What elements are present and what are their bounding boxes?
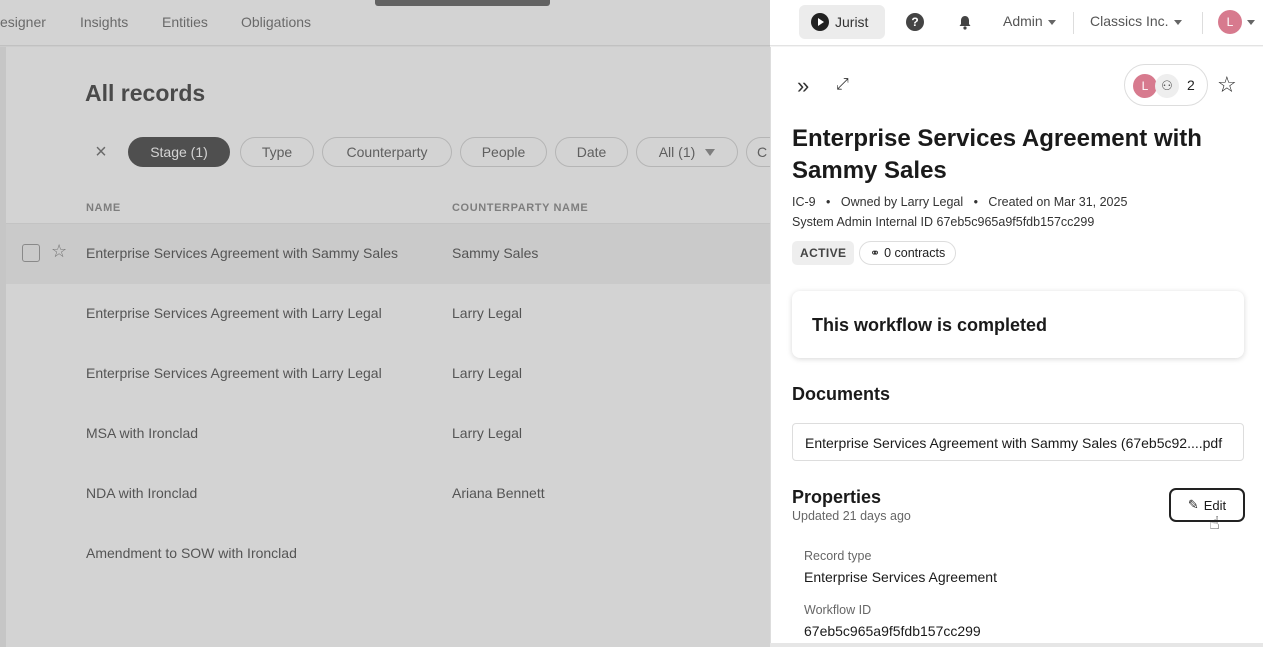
chevron-down-icon — [1047, 19, 1056, 25]
expand-icon[interactable]: ⤢ — [836, 76, 849, 94]
record-title: Enterprise Services Agreement with Sammy… — [792, 125, 1202, 184]
documents-heading: Documents — [792, 384, 891, 404]
pointer-cursor-icon: ☝ — [1209, 513, 1220, 533]
property-value: 67eb5c965a9f5fdb157cc299 — [804, 623, 981, 639]
property-label: Workflow ID — [804, 603, 872, 617]
org-menu[interactable]: Classics Inc. — [1090, 13, 1182, 29]
user-avatar[interactable]: L — [1218, 10, 1242, 34]
collaborators-button[interactable]: L ⚇ 2 — [1124, 64, 1208, 106]
workflow-status-text: This workflow is completed — [812, 315, 1048, 335]
status-badge: ACTIVE — [792, 241, 855, 265]
edit-properties-button[interactable]: ✎ Edit — [1169, 488, 1245, 522]
document-item[interactable]: Enterprise Services Agreement with Sammy… — [792, 423, 1244, 461]
bell-icon[interactable] — [955, 12, 975, 32]
divider — [1202, 12, 1203, 34]
workflow-status-card: This workflow is completed — [792, 291, 1244, 358]
help-icon[interactable]: ? — [906, 13, 924, 31]
panel-bottom-edge — [770, 643, 1263, 647]
record-detail-panel: » ⤢ L ⚇ 2 ☆ Enterprise Services Agreemen… — [770, 47, 1263, 643]
record-owner: Owned by Larry Legal — [840, 195, 964, 209]
property-value: Enterprise Services Agreement — [804, 569, 997, 585]
link-icon: ⚭ — [870, 246, 881, 260]
properties-heading: Properties — [792, 487, 882, 507]
internal-id: System Admin Internal ID 67eb5c965a9f5fd… — [792, 215, 1095, 229]
edit-label: Edit — [1203, 497, 1227, 513]
org-label: Classics Inc. — [1090, 13, 1169, 29]
star-icon[interactable]: ☆ — [1217, 72, 1237, 98]
modal-backdrop[interactable] — [0, 0, 770, 647]
chevron-down-icon — [1173, 19, 1182, 25]
collapse-panel-icon[interactable]: » — [797, 73, 809, 99]
document-name[interactable]: Enterprise Services Agreement with Sammy… — [805, 435, 1222, 451]
property-label: Record type — [804, 549, 872, 563]
divider — [1073, 12, 1074, 34]
group-icon: ⚇ — [1155, 74, 1179, 98]
chevron-down-icon[interactable] — [1247, 20, 1255, 25]
avatar: L — [1133, 74, 1157, 98]
record-id: IC-9 — [792, 195, 816, 209]
pencil-icon: ✎ — [1187, 497, 1199, 512]
admin-label: Admin — [1003, 13, 1043, 29]
contracts-button[interactable]: ⚭ 0 contracts — [859, 241, 957, 265]
contracts-label: 0 contracts — [884, 246, 946, 260]
admin-menu[interactable]: Admin — [1003, 13, 1056, 29]
collaborator-count: 2 — [1187, 77, 1195, 93]
record-created: Created on Mar 31, 2025 — [988, 195, 1128, 209]
jurist-label: Jurist — [835, 14, 869, 30]
jurist-button[interactable]: Jurist — [799, 5, 885, 39]
jurist-icon — [811, 13, 829, 31]
record-meta: IC-9 • Owned by Larry Legal • Created on… — [792, 195, 1127, 209]
meta-separator: • — [966, 195, 985, 209]
properties-updated: Updated 21 days ago — [792, 509, 911, 523]
meta-separator: • — [819, 195, 838, 209]
